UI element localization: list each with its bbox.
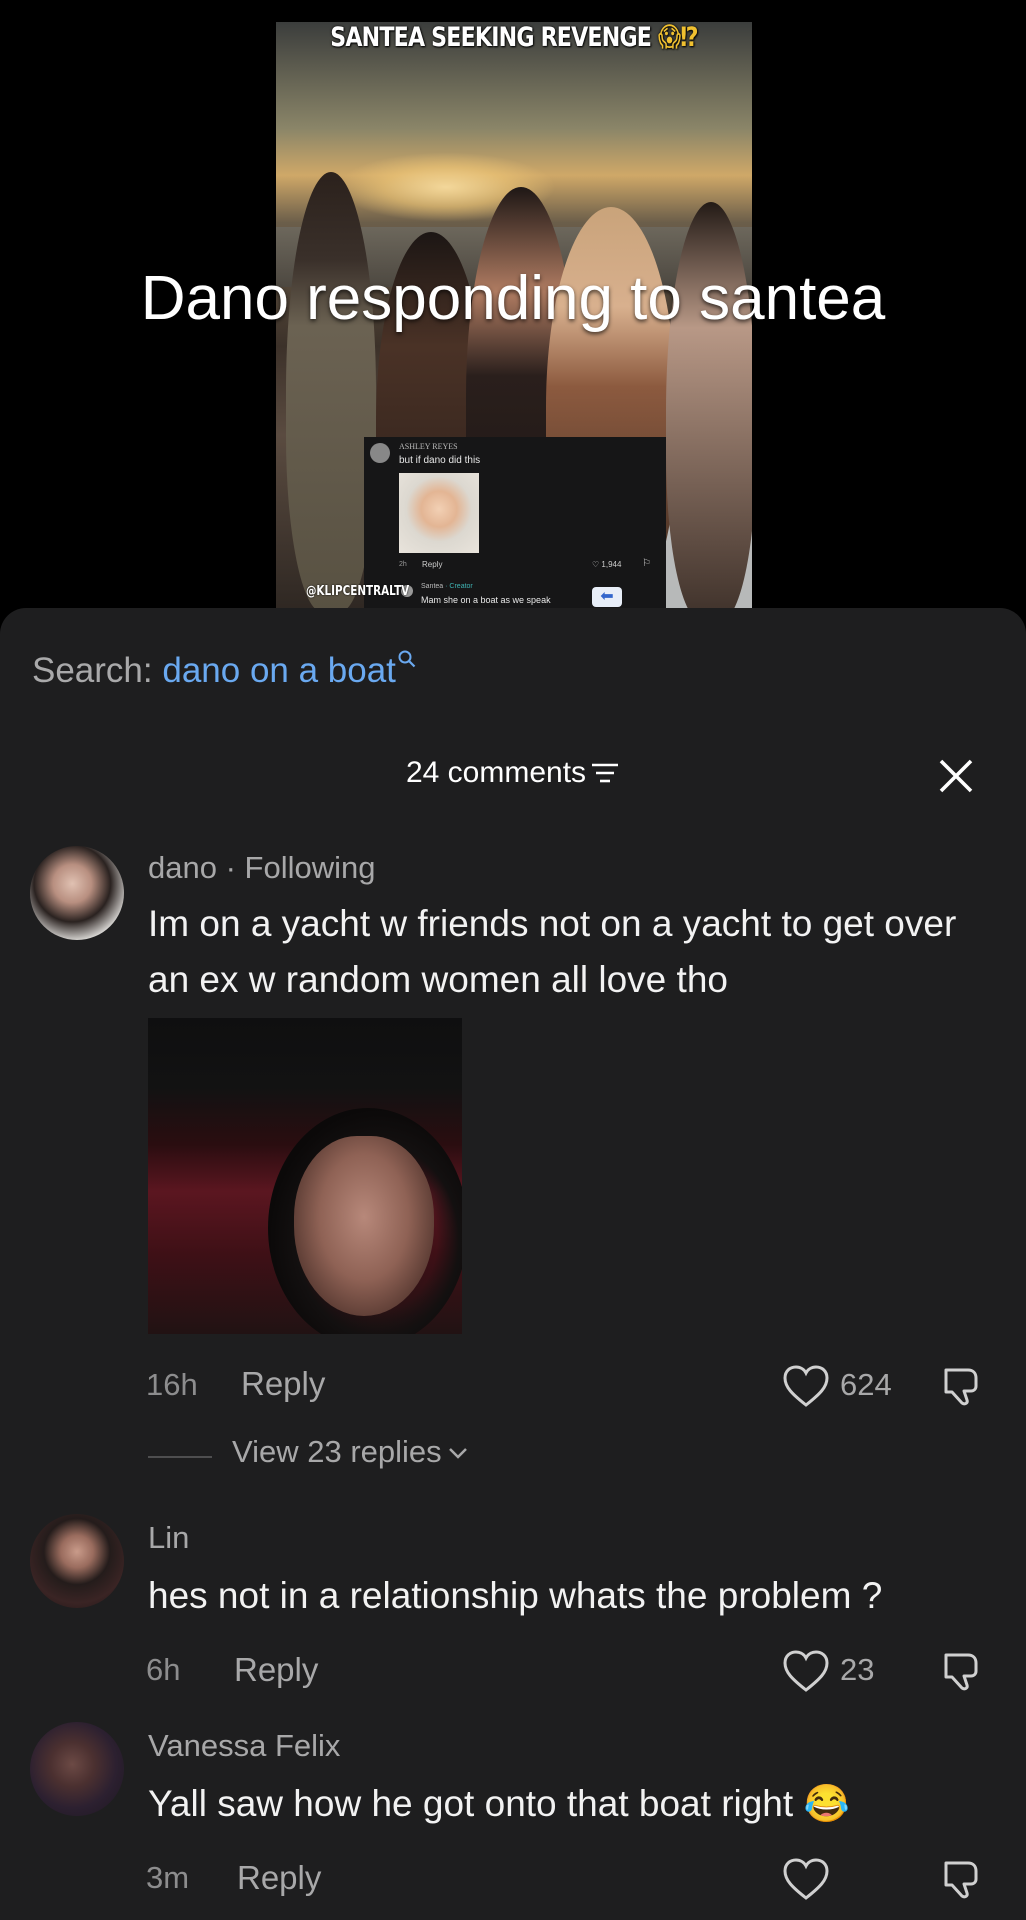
heart-icon[interactable] xyxy=(782,1364,830,1408)
search-term[interactable]: dano on a boat xyxy=(162,651,396,690)
video-watermark: @KLIPCENTRALTV xyxy=(306,584,410,599)
close-icon[interactable] xyxy=(936,756,976,796)
embedded-comment-card: ASHLEY REYES but if dano did this 2h Rep… xyxy=(364,437,666,612)
video-top-caption-text: SANTEA SEEKING REVENGE xyxy=(330,22,652,53)
comment-text: Im on a yacht w friends not on a yacht t… xyxy=(148,903,957,1000)
embedded-likes: ♡ 1,944 xyxy=(592,560,622,569)
heart-icon[interactable] xyxy=(782,1857,830,1901)
view-replies-line xyxy=(148,1456,212,1458)
reply-button[interactable]: Reply xyxy=(241,1365,325,1403)
embedded-reply: Reply xyxy=(422,560,443,569)
embedded-likes-count: 1,944 xyxy=(601,560,622,569)
comments-count: 24 comments xyxy=(405,756,587,789)
comment-author[interactable]: Lin xyxy=(148,1520,189,1556)
embedded-creator-tag: · Creator xyxy=(445,583,473,590)
chevron-down-icon xyxy=(448,1448,467,1459)
comment-time: 3m xyxy=(146,1860,190,1895)
reply-button[interactable]: Reply xyxy=(234,1651,318,1689)
comment-author[interactable]: dano · Following xyxy=(148,850,375,886)
search-suggestion[interactable]: Search: dano on a boat xyxy=(32,650,416,691)
view-replies-label[interactable]: View 23 replies xyxy=(232,1434,468,1470)
avatar[interactable] xyxy=(30,846,124,940)
comment-author[interactable]: Vanessa Felix xyxy=(148,1728,340,1764)
search-icon[interactable] xyxy=(398,650,416,668)
heart-icon[interactable] xyxy=(782,1649,830,1693)
embedded-arrow-icon: ⬅ xyxy=(592,587,622,607)
embedded-time: 2h xyxy=(399,561,407,568)
comment-time: 6h xyxy=(146,1652,181,1687)
comment-text: Yall saw how he got onto that boat right… xyxy=(148,1783,850,1824)
embedded-image xyxy=(399,473,479,553)
comment-attached-image[interactable] xyxy=(148,1018,462,1334)
sort-filter-icon[interactable] xyxy=(590,761,620,785)
comments-header: 24 comments xyxy=(0,756,1026,790)
embedded-text: but if dano did this xyxy=(399,455,481,466)
dislike-icon[interactable] xyxy=(940,1649,984,1693)
image-face xyxy=(294,1136,434,1316)
dislike-icon[interactable] xyxy=(940,1857,984,1901)
embedded-avatar xyxy=(370,443,390,463)
embedded-creator-name: Santea xyxy=(421,583,444,590)
video-top-caption-emoji: 😱⁉ xyxy=(657,22,699,53)
comment-text: hes not in a relationship whats the prob… xyxy=(148,1575,883,1616)
dislike-icon[interactable] xyxy=(940,1364,984,1408)
video-overlay-title: Dano responding to santea xyxy=(140,264,886,333)
like-count: 23 xyxy=(840,1652,875,1687)
like-count: 624 xyxy=(840,1367,892,1402)
reply-button[interactable]: Reply xyxy=(237,1859,321,1897)
search-label: Search: xyxy=(32,651,153,690)
embedded-name: ASHLEY REYES xyxy=(399,442,458,451)
avatar[interactable] xyxy=(30,1514,124,1608)
embedded-creator: Santea · Creator xyxy=(421,583,473,590)
avatar[interactable] xyxy=(30,1722,124,1816)
view-replies-text[interactable]: View 23 replies xyxy=(232,1434,442,1469)
video-top-caption: SANTEA SEEKING REVENGE 😱⁉ xyxy=(319,22,709,53)
video-person xyxy=(286,172,376,612)
comments-sheet: Search: dano on a boat 24 comments dano … xyxy=(0,608,1026,1920)
embedded-dislike-icon: ⚐ xyxy=(642,558,651,569)
embedded-creator-text: Mam she on a boat as we speak xyxy=(421,595,551,605)
comment-time: 16h xyxy=(146,1367,198,1402)
